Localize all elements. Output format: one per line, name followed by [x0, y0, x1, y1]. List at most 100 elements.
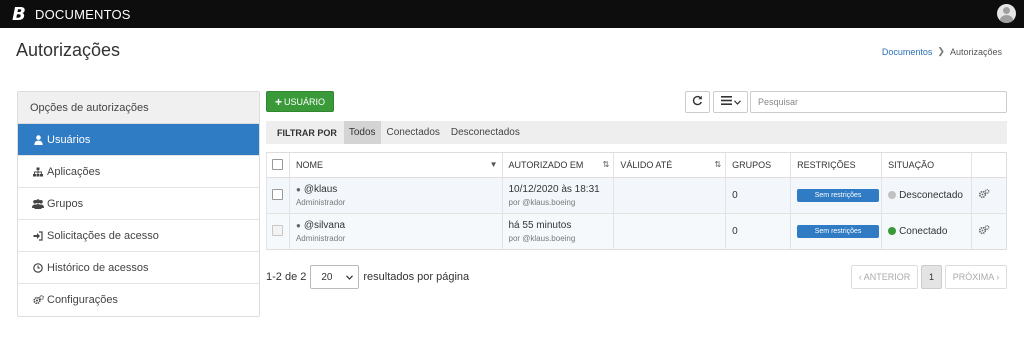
status-text: Desconectado: [899, 190, 963, 201]
user-icon: ●: [295, 221, 301, 230]
pagination-info: 1-2 de 2 20 resultados por página: [266, 265, 469, 289]
app-logo-icon[interactable]: B: [8, 3, 30, 25]
filter-tab-desconectados[interactable]: Desconectados: [446, 121, 525, 144]
status-cell: Desconectado: [881, 177, 972, 214]
sidebar-item-label: Grupos: [47, 197, 84, 210]
previous-page-button[interactable]: ‹ ANTERIOR: [851, 265, 918, 289]
page-size-select[interactable]: 20: [310, 265, 360, 289]
sidebar-item-aplicacoes[interactable]: Aplicações: [18, 156, 259, 188]
sort-icon: ⇅: [602, 160, 610, 169]
user-name[interactable]: ● @silvana: [296, 220, 502, 231]
authorized-at: 10/12/2020 às 18:31: [508, 184, 600, 195]
sidebar: Opções de autorizações Usuários Aplicaçõ…: [17, 91, 260, 317]
filter-tab-conectados[interactable]: Conectados: [382, 121, 445, 144]
refresh-button[interactable]: [685, 91, 710, 113]
column-header-nome[interactable]: NOME ▼: [288, 152, 502, 178]
restrictions-badge[interactable]: Sem restrições: [797, 225, 880, 238]
select-all-cell: [266, 152, 290, 178]
breadcrumb-link-documentos[interactable]: Documentos: [882, 47, 933, 57]
top-bar: B DOCUMENTOS: [0, 0, 1024, 28]
name-cell: ● @klaus Administrador: [288, 177, 502, 214]
add-user-button[interactable]: + USUÁRIO: [266, 91, 334, 112]
table-header-row: NOME ▼ AUTORIZADO EM ⇅ VÁLIDO ATÉ ⇅ GRUPOS …: [266, 152, 1007, 178]
sidebar-item-solicitacoes[interactable]: Solicitações de acesso: [18, 220, 259, 252]
user-role: Administrador: [295, 198, 346, 207]
row-select-cell: [266, 213, 290, 250]
columns-menu-button[interactable]: [713, 91, 748, 113]
sidebar-item-label: Aplicações: [47, 165, 101, 178]
refresh-icon: [692, 95, 703, 109]
sidebar-header: Opções de autorizações: [18, 92, 259, 124]
sidebar-item-configuracoes[interactable]: Configurações: [18, 284, 259, 316]
sort-icon: ⇅: [714, 160, 722, 169]
filter-label: FILTRAR POR: [277, 127, 337, 138]
select-all-checkbox[interactable]: [272, 158, 283, 170]
column-header-valido[interactable]: VÁLIDO ATÉ ⇅: [613, 152, 726, 178]
restrictions-cell: Sem restrições: [790, 177, 882, 214]
row-settings-gear-icon[interactable]: [978, 189, 990, 202]
gears-icon: [31, 295, 45, 305]
table-row[interactable]: ● @silvana Administrador há 55 minutos po…: [266, 213, 1007, 250]
user-role: Administrador: [295, 234, 346, 243]
search-input[interactable]: [750, 91, 1007, 113]
sitemap-icon: [31, 167, 45, 177]
page-number-button[interactable]: 1: [921, 265, 942, 289]
users-icon: [31, 198, 45, 209]
sidebar-item-historico[interactable]: Histórico de acessos: [18, 252, 259, 284]
table-row[interactable]: ● @klaus Administrador 10/12/2020 às 18:3…: [266, 177, 1007, 214]
actions-cell: [971, 213, 1007, 250]
user-icon: [31, 134, 45, 145]
valid-until-cell: [613, 213, 726, 250]
row-checkbox-disabled: [272, 224, 283, 236]
per-page-label: resultados por página: [363, 271, 470, 283]
users-table: NOME ▼ AUTORIZADO EM ⇅ VÁLIDO ATÉ ⇅ GRUPOS …: [266, 152, 1007, 250]
breadcrumb: Documentos ❯ Autorizações: [882, 46, 1002, 57]
restrictions-badge[interactable]: Sem restrições: [797, 189, 880, 202]
row-checkbox[interactable]: [272, 188, 283, 200]
status-dot: [888, 191, 897, 199]
results-range: 1-2 de 2: [266, 271, 307, 283]
authorized-at: há 55 minutos: [508, 220, 572, 231]
clock-icon: [31, 262, 45, 273]
column-label: VÁLIDO ATÉ: [620, 160, 673, 170]
column-header-autorizado[interactable]: AUTORIZADO EM ⇅: [501, 152, 614, 178]
chevron-down-icon: [733, 96, 741, 108]
user-handle: @silvana: [303, 220, 346, 231]
chevron-right-icon: ❯: [937, 46, 945, 56]
page-title: Autorizações: [16, 40, 121, 60]
list-icon: [720, 96, 732, 108]
groups-cell: 0: [725, 177, 791, 214]
user-name[interactable]: ● @klaus: [296, 184, 502, 195]
column-header-grupos: GRUPOS: [725, 152, 791, 178]
sidebar-item-grupos[interactable]: Grupos: [18, 188, 259, 220]
row-settings-gear-icon[interactable]: [978, 225, 990, 238]
user-avatar[interactable]: [997, 4, 1016, 23]
restrictions-cell: Sem restrições: [790, 213, 882, 250]
page-size-value: 20: [321, 271, 333, 283]
next-page-button[interactable]: PRÓXIMA ›: [945, 265, 1007, 289]
user-handle: @klaus: [303, 184, 338, 195]
app-title[interactable]: DOCUMENTOS: [35, 7, 131, 22]
user-icon: ●: [295, 185, 301, 194]
chevron-down-icon: [346, 272, 354, 283]
status-text: Conectado: [899, 226, 948, 237]
plus-icon: +: [274, 94, 282, 109]
column-header-restricoes: RESTRIÇÕES: [790, 152, 882, 178]
filter-tab-todos[interactable]: Todos: [343, 121, 381, 144]
authorized-by: por @klaus.boeing: [508, 198, 576, 207]
sort-desc-icon: ▼: [489, 160, 498, 169]
filter-bar: FILTRAR POR Todos Conectados Desconectad…: [266, 121, 1007, 144]
row-select-cell: [266, 177, 290, 214]
column-label: NOME: [295, 160, 323, 170]
sidebar-item-usuarios[interactable]: Usuários: [18, 124, 259, 156]
actions-cell: [971, 177, 1007, 214]
column-header-actions: [971, 152, 1007, 178]
column-header-situacao: SITUAÇÃO: [881, 152, 972, 178]
valid-until-cell: [613, 177, 726, 214]
sidebar-item-label: Configurações: [47, 294, 118, 306]
sidebar-item-label: Usuários: [47, 133, 91, 146]
sidebar-item-label: Histórico de acessos: [47, 261, 149, 274]
add-user-label: USUÁRIO: [284, 96, 326, 107]
authorized-cell: 10/12/2020 às 18:31 por @klaus.boeing: [501, 177, 614, 214]
groups-cell: 0: [725, 213, 791, 250]
